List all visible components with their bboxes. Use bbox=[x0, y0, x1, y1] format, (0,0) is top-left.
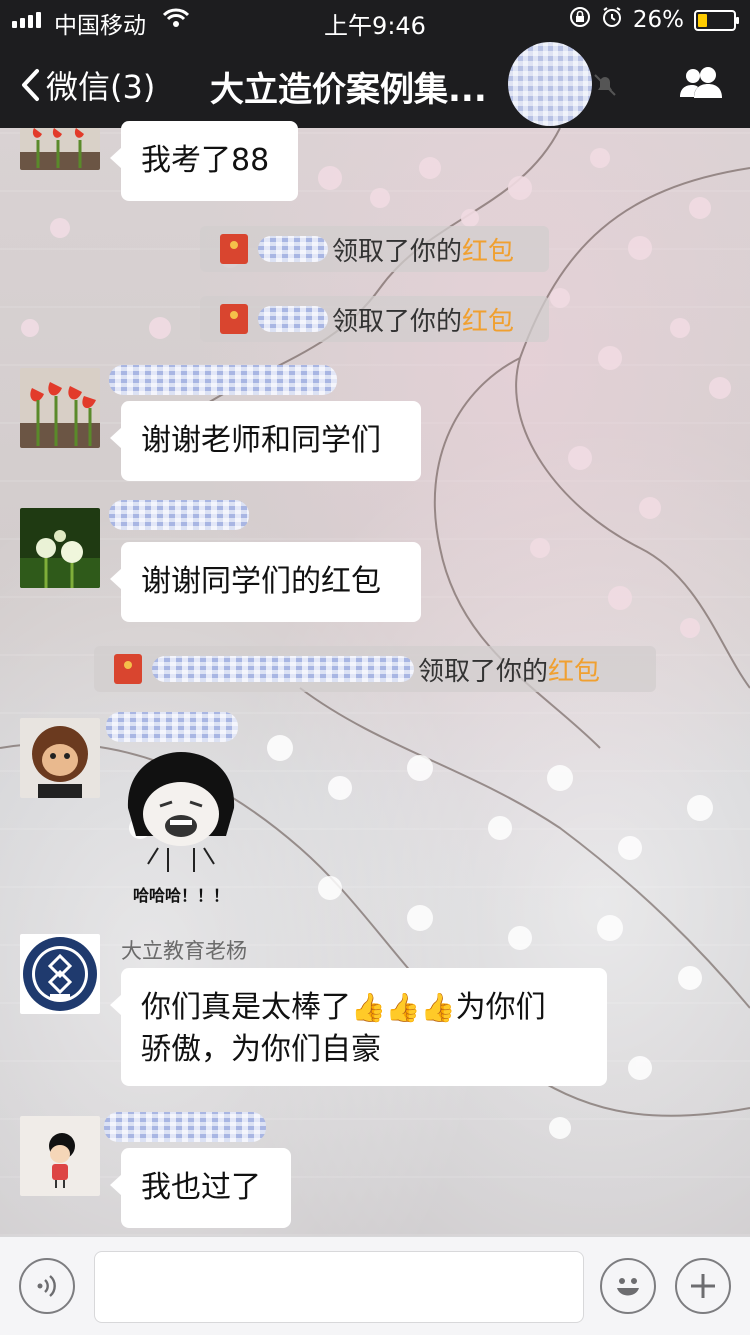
input-bar bbox=[0, 1236, 750, 1335]
message-bubble[interactable]: 我考了88 bbox=[110, 121, 298, 201]
red-packet-notice: 领取了你的 红包 bbox=[200, 296, 549, 342]
message-text: 你们真是太棒了 bbox=[141, 990, 351, 1025]
laughing-face-sticker bbox=[127, 752, 235, 872]
title-row: 微信(3) 大立造价案例集... bbox=[0, 40, 750, 128]
thumbs-up-icon: 👍👍👍 bbox=[351, 991, 456, 1024]
avatar[interactable] bbox=[20, 718, 100, 798]
smiley-icon bbox=[617, 1278, 639, 1296]
emoji-button[interactable] bbox=[600, 1258, 656, 1314]
redacted-nickname bbox=[106, 712, 238, 742]
voice-icon bbox=[37, 1275, 56, 1297]
notice-text: 领取了你的 bbox=[418, 656, 549, 687]
red-packet-icon bbox=[220, 304, 248, 334]
battery-icon bbox=[694, 9, 739, 31]
alarm-icon bbox=[601, 6, 623, 34]
notice-text: 领取了你的 bbox=[332, 236, 463, 267]
message-bubble[interactable]: 你们真是太棒了👍👍👍为你们 骄傲，为你们自豪 bbox=[110, 968, 607, 1086]
message-text: 骄傲，为你们自豪 bbox=[141, 1032, 381, 1067]
avatar[interactable] bbox=[20, 508, 100, 588]
red-packet-link[interactable]: 红包 bbox=[548, 651, 600, 688]
status-bar: 中国移动 上午9:46 26% bbox=[0, 0, 750, 40]
plus-icon bbox=[691, 1274, 715, 1298]
rotation-lock-icon bbox=[569, 6, 591, 34]
red-packet-notice: 领取了你的 红包 bbox=[200, 226, 549, 272]
message-text: 我也过了 bbox=[141, 1170, 261, 1205]
people-icon[interactable] bbox=[678, 64, 726, 104]
battery-percent: 26% bbox=[632, 7, 684, 33]
message-bubble[interactable]: 谢谢同学们的红包 bbox=[110, 542, 421, 622]
chevron-left-icon bbox=[22, 69, 39, 101]
more-button[interactable] bbox=[675, 1258, 731, 1314]
red-packet-link[interactable]: 红包 bbox=[462, 301, 514, 338]
sticker-caption: 哈哈哈！！！ bbox=[132, 886, 229, 905]
back-label: 微信(3) bbox=[46, 68, 156, 106]
message-text: 为你们 bbox=[455, 990, 546, 1025]
avatar[interactable] bbox=[20, 1116, 100, 1196]
sender-name: 大立教育老杨 bbox=[121, 939, 247, 963]
message-text: 我考了88 bbox=[141, 143, 270, 178]
message-bubble[interactable]: 我也过了 bbox=[110, 1148, 291, 1228]
message-bubble[interactable]: 谢谢老师和同学们 bbox=[110, 401, 421, 481]
redacted-name bbox=[258, 306, 328, 332]
voice-button[interactable] bbox=[19, 1258, 75, 1314]
redacted-name bbox=[152, 656, 414, 682]
redacted-nickname bbox=[109, 365, 337, 395]
avatar[interactable] bbox=[20, 128, 100, 170]
red-packet-notice: 领取了你的 红包 bbox=[94, 646, 656, 692]
message-text: 谢谢老师和同学们 bbox=[141, 423, 381, 458]
sticker-image[interactable]: 哈哈哈！！！ bbox=[118, 748, 244, 906]
redacted-nickname bbox=[109, 500, 249, 530]
red-packet-icon bbox=[220, 234, 248, 264]
red-packet-link[interactable]: 红包 bbox=[462, 231, 514, 268]
message-text: 谢谢同学们的红包 bbox=[141, 564, 381, 599]
red-packet-icon bbox=[114, 654, 142, 684]
notice-text: 领取了你的 bbox=[332, 306, 463, 337]
navigation-bar: 中国移动 上午9:46 26% 微信(3) 大立造价案例集... bbox=[0, 0, 750, 128]
redacted-mosaic bbox=[508, 42, 592, 126]
page-title[interactable]: 大立造价案例集... bbox=[210, 62, 487, 111]
message-input[interactable] bbox=[94, 1251, 584, 1323]
bell-muted-icon bbox=[592, 72, 618, 102]
redacted-nickname bbox=[104, 1112, 266, 1142]
avatar[interactable] bbox=[20, 368, 100, 448]
status-right: 26% bbox=[569, 6, 739, 34]
avatar[interactable] bbox=[20, 934, 100, 1014]
back-button[interactable]: 微信(3) bbox=[20, 62, 155, 108]
redacted-name bbox=[258, 236, 328, 262]
